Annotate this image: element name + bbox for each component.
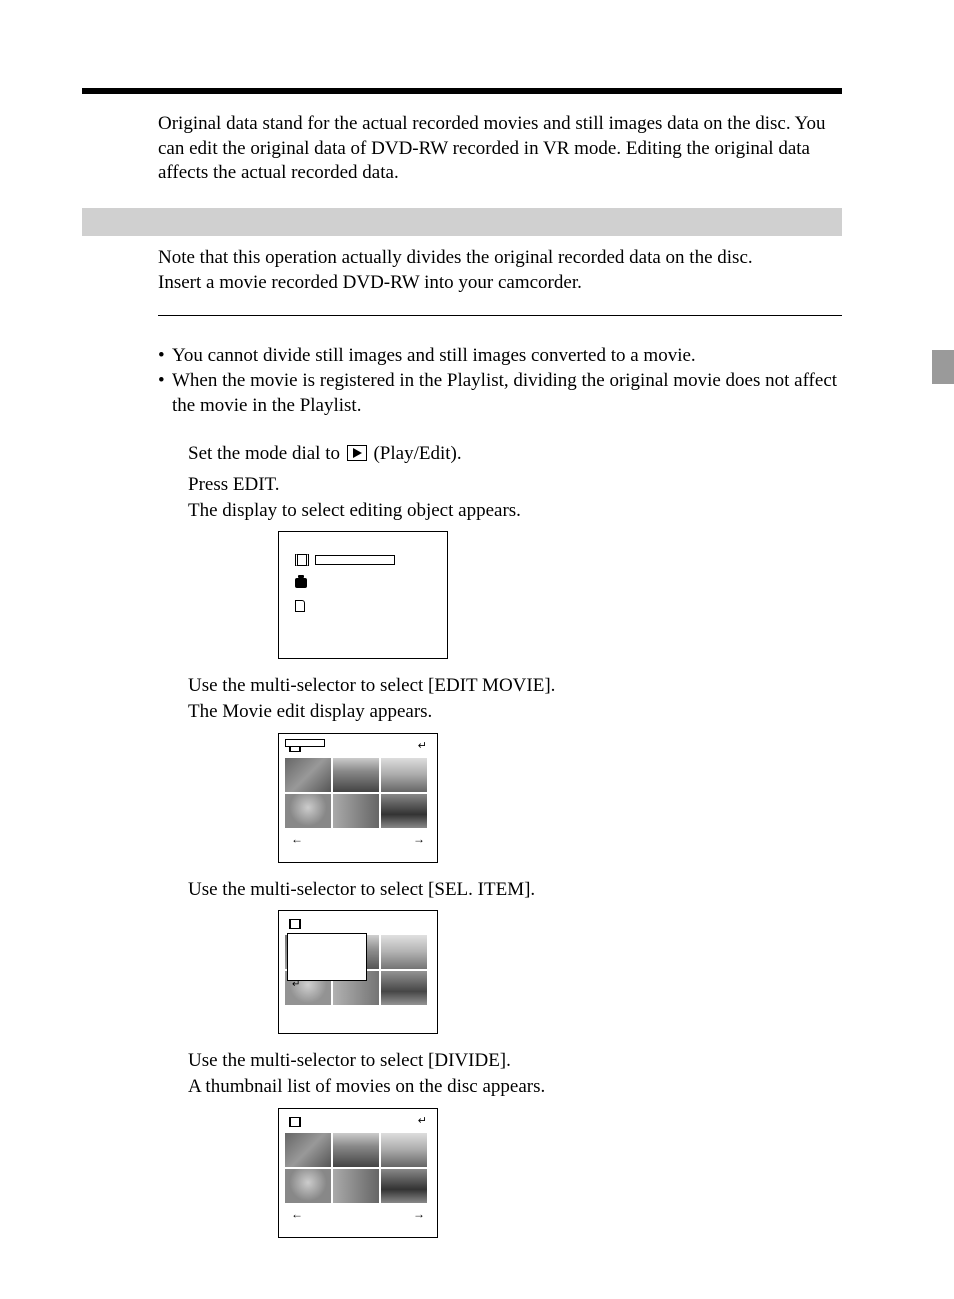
right-arrow-icon: → (413, 1207, 425, 1222)
thumbnail (381, 1169, 427, 1203)
bullet-list: • You cannot divide still images and sti… (158, 344, 842, 418)
bullet-item: • When the movie is registered in the Pl… (158, 369, 842, 418)
step-5a: Use the multi-selector to select [DIVIDE… (188, 1048, 842, 1074)
bullet-text: When the movie is registered in the Play… (172, 369, 842, 418)
playlist-icon (295, 600, 305, 612)
thumbnail (381, 1133, 427, 1167)
screen-edit-menu (278, 531, 448, 659)
section-note: Note that this operation actually divide… (158, 246, 842, 295)
thumbnail (381, 971, 427, 1005)
thumbnail (381, 935, 427, 969)
left-arrow-icon: ← (291, 832, 303, 847)
bullet-marker: • (158, 369, 172, 418)
thumbnail (285, 1133, 331, 1167)
step-1-post: (Play/Edit). (369, 443, 462, 464)
right-arrow-icon: → (413, 832, 425, 847)
step-1-pre: Set the mode dial to (188, 443, 345, 464)
popup-menu (287, 933, 367, 981)
step-3a: Use the multi-selector to select [EDIT M… (188, 673, 842, 699)
note-line-2: Insert a movie recorded DVD-RW into your… (158, 271, 842, 296)
return-icon: ↵ (418, 1116, 427, 1127)
thumbnail (333, 794, 379, 828)
step-4: Use the multi-selector to select [SEL. I… (188, 877, 842, 903)
thumbnail (285, 758, 331, 792)
camera-icon (295, 578, 307, 588)
step-5b: A thumbnail list of movies on the disc a… (188, 1074, 842, 1100)
thumbnail (333, 1169, 379, 1203)
step-3: Use the multi-selector to select [EDIT M… (188, 673, 842, 724)
screen-movie-edit: ↵ ← → (278, 733, 438, 863)
screen-sel-item: ↵ (278, 910, 438, 1034)
play-edit-icon (347, 445, 367, 461)
film-icon (295, 554, 309, 566)
return-icon: ↵ (292, 979, 300, 990)
film-icon (289, 1117, 301, 1127)
side-tab (932, 350, 954, 384)
section-heading-bar (82, 208, 842, 236)
thin-divider (158, 315, 842, 316)
left-arrow-icon: ← (291, 1207, 303, 1222)
step-2: Press EDIT. The display to select editin… (188, 472, 842, 523)
thumbnail (285, 794, 331, 828)
bullet-item: • You cannot divide still images and sti… (158, 344, 842, 369)
thumbnail (381, 794, 427, 828)
step-1: Set the mode dial to (Play/Edit). (188, 441, 842, 467)
film-icon (289, 919, 301, 929)
thumbnail (381, 758, 427, 792)
top-divider (82, 88, 842, 94)
thumbnail (333, 1133, 379, 1167)
step-4-text: Use the multi-selector to select [SEL. I… (188, 877, 842, 903)
return-icon: ↵ (418, 741, 427, 752)
selected-tab (285, 739, 325, 747)
step-2b: The display to select editing object app… (188, 498, 842, 524)
thumbnail (333, 758, 379, 792)
screen-divide-list: ↵ ← → (278, 1108, 438, 1238)
intro-paragraph: Original data stand for the actual recor… (158, 112, 842, 186)
step-3b: The Movie edit display appears. (188, 699, 842, 725)
note-line-1: Note that this operation actually divide… (158, 246, 842, 271)
thumbnail (285, 1169, 331, 1203)
step-5: Use the multi-selector to select [DIVIDE… (188, 1048, 842, 1099)
selection-bar (315, 555, 395, 565)
bullet-text: You cannot divide still images and still… (172, 344, 696, 369)
bullet-marker: • (158, 344, 172, 369)
step-2a: Press EDIT. (188, 472, 842, 498)
